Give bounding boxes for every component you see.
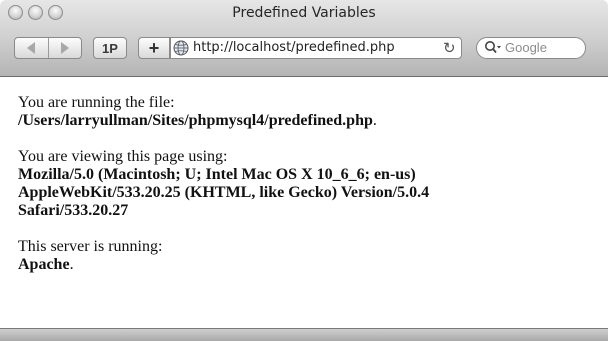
search-input[interactable]: Google — [476, 37, 586, 59]
back-button[interactable] — [15, 38, 48, 58]
address-bar[interactable]: http://localhost/predefined.php ↻ — [170, 37, 462, 59]
user-agent-line-1: Mozilla/5.0 (Macintosh; U; Intel Mac OS … — [18, 166, 416, 183]
search-icon — [485, 41, 501, 54]
user-agent-paragraph: You are viewing this page using: Mozilla… — [18, 148, 598, 220]
back-forward-group — [14, 37, 82, 59]
reload-icon[interactable]: ↻ — [443, 39, 456, 57]
title-bar: Predefined Variables 1P + http://localho… — [0, 0, 608, 77]
url-text: http://localhost/predefined.php — [193, 40, 395, 55]
server-software: Apache — [18, 256, 70, 273]
forward-icon — [60, 42, 69, 54]
user-agent-line-2: AppleWebKit/533.20.25 (KHTML, like Gecko… — [18, 184, 430, 201]
status-bar — [0, 328, 608, 341]
browser-window: Predefined Variables 1P + http://localho… — [0, 0, 608, 341]
window-title: Predefined Variables — [232, 5, 376, 21]
period: . — [372, 112, 377, 129]
file-paragraph: You are running the file: /Users/larryul… — [18, 94, 598, 130]
globe-icon — [173, 40, 189, 56]
onepassword-button[interactable]: 1P — [93, 37, 127, 59]
user-agent-label: You are viewing this page using: — [18, 148, 228, 165]
server-label: This server is running: — [18, 238, 163, 255]
add-bookmark-button[interactable]: + — [138, 37, 170, 59]
search-placeholder: Google — [505, 40, 547, 55]
back-icon — [27, 42, 36, 54]
file-path: /Users/larryullman/Sites/phpmysql4/prede… — [18, 112, 373, 129]
server-paragraph: This server is running: Apache. — [18, 238, 598, 274]
user-agent-line-3: Safari/533.20.27 — [18, 202, 129, 219]
forward-button[interactable] — [48, 38, 81, 58]
page-content: You are running the file: /Users/larryul… — [18, 94, 598, 292]
file-label: You are running the file: — [18, 94, 175, 111]
period: . — [69, 256, 74, 273]
